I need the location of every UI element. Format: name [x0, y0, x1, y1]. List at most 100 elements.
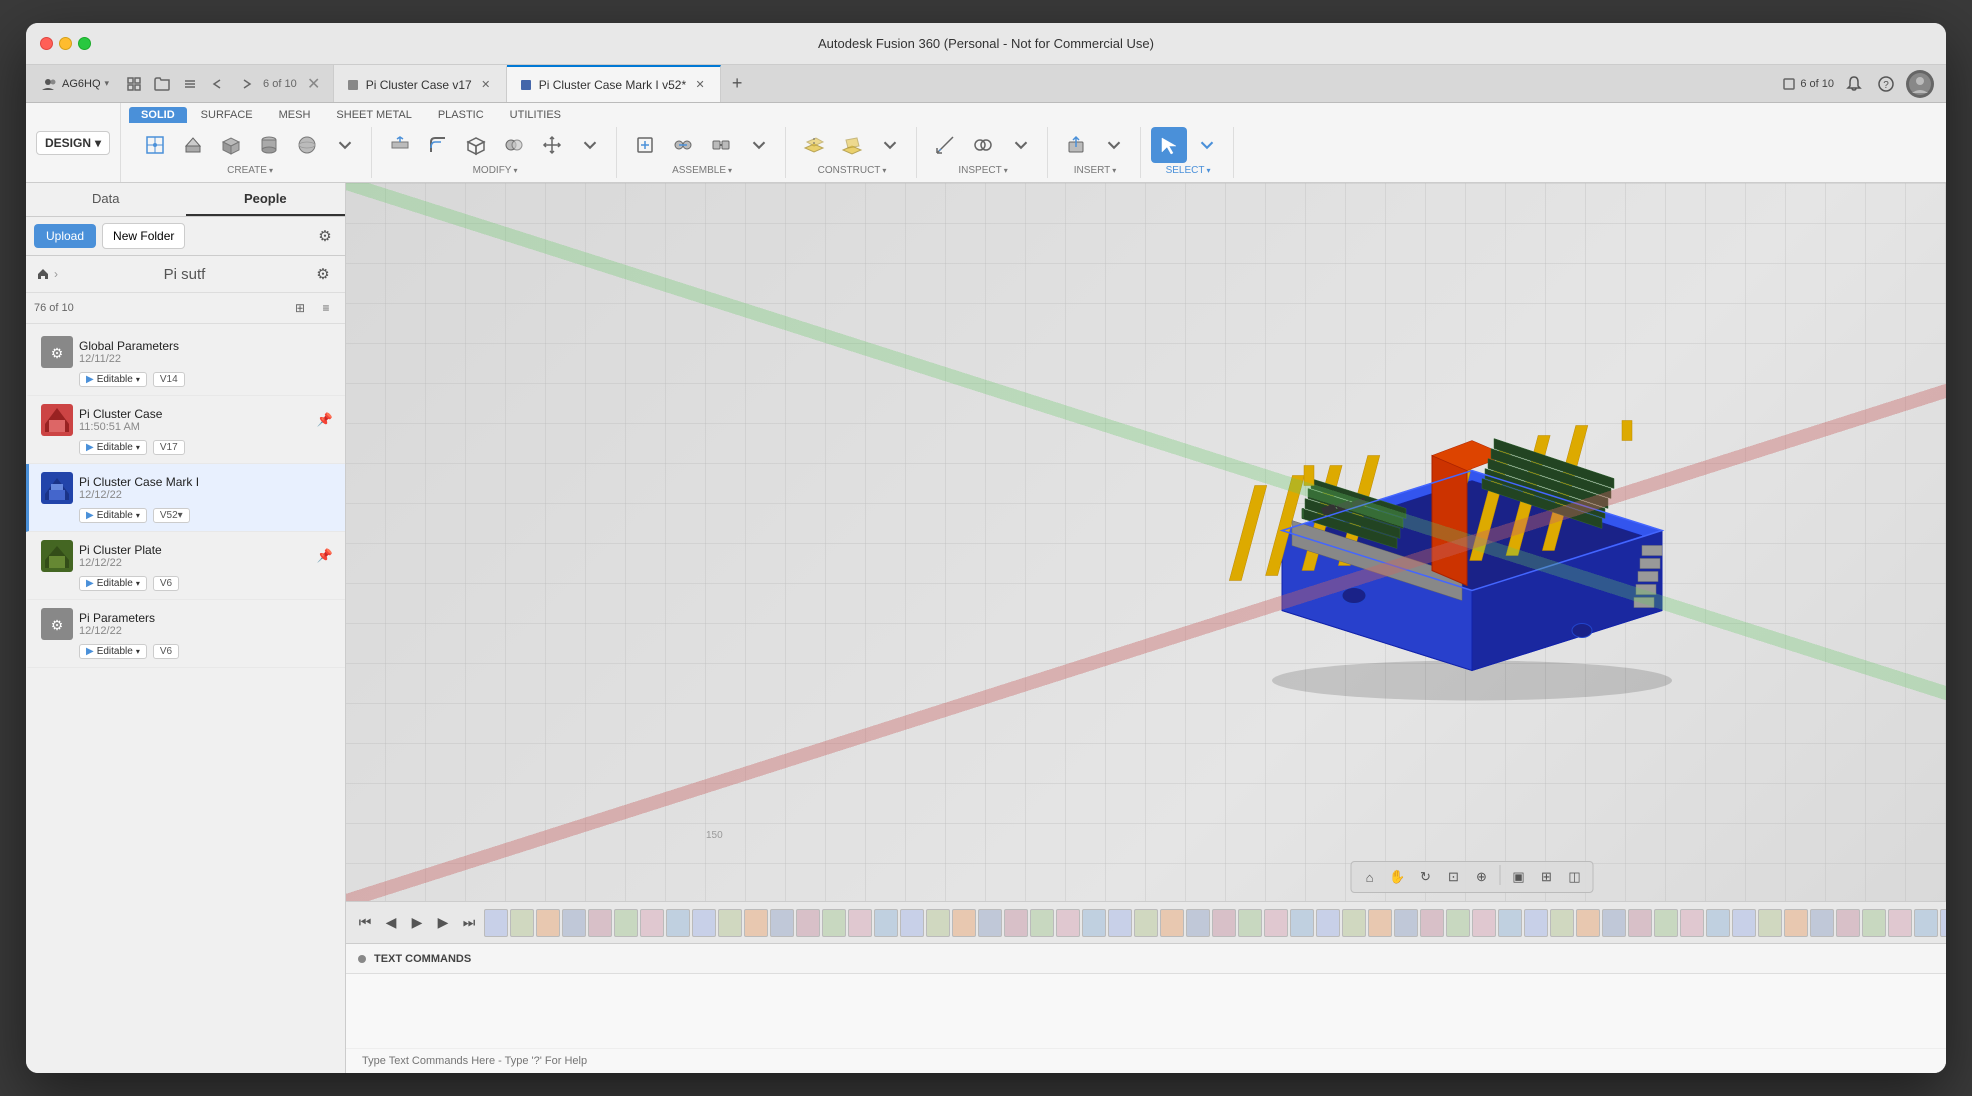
timeline-icon[interactable] — [536, 909, 560, 937]
interference-button[interactable] — [965, 127, 1001, 163]
tab-surface[interactable]: SURFACE — [189, 107, 265, 123]
timeline-icon[interactable] — [1446, 909, 1470, 937]
tab-close-1[interactable]: ✕ — [478, 77, 494, 93]
timeline-icon[interactable] — [1472, 909, 1496, 937]
timeline-icon[interactable] — [900, 909, 924, 937]
folder-button[interactable] — [151, 73, 173, 95]
viewport-orbit-button[interactable]: ↻ — [1414, 865, 1438, 889]
timeline-icon[interactable] — [1758, 909, 1782, 937]
timeline-icon[interactable] — [874, 909, 898, 937]
version-tag[interactable]: V6 — [153, 576, 179, 591]
timeline-icon[interactable] — [1056, 909, 1080, 937]
new-folder-button[interactable]: New Folder — [102, 223, 185, 249]
timeline-icon[interactable] — [1368, 909, 1392, 937]
timeline-icon[interactable] — [1082, 909, 1106, 937]
timeline-icon[interactable] — [1576, 909, 1600, 937]
timeline-icon[interactable] — [718, 909, 742, 937]
timeline-icon[interactable] — [1836, 909, 1860, 937]
joint-button[interactable] — [665, 127, 701, 163]
more-inspect-button[interactable] — [1003, 127, 1039, 163]
timeline-icon[interactable] — [1342, 909, 1366, 937]
skip-back-button[interactable]: ⏮ — [354, 912, 376, 934]
upload-button[interactable]: Upload — [34, 224, 96, 248]
viewport-canvas[interactable]: 150 150 — [346, 183, 1946, 901]
more-create-button[interactable] — [327, 127, 363, 163]
shell-button[interactable] — [458, 127, 494, 163]
timeline-icon[interactable] — [1940, 909, 1946, 937]
timeline-icon[interactable] — [640, 909, 664, 937]
timeline-icon[interactable] — [1290, 909, 1314, 937]
timeline-icon[interactable] — [822, 909, 846, 937]
list-item[interactable]: Pi Cluster Case 11:50:51 AM 📌 ▶ Editable… — [26, 396, 345, 464]
timeline-icon[interactable] — [1238, 909, 1262, 937]
insert-mesh-button[interactable] — [1058, 127, 1094, 163]
offset-plane-button[interactable] — [796, 127, 832, 163]
timeline-icon[interactable] — [1160, 909, 1184, 937]
text-commands-input[interactable] — [350, 1049, 1946, 1073]
timeline-icon[interactable] — [666, 909, 690, 937]
timeline-icon[interactable] — [1732, 909, 1756, 937]
list-item[interactable]: Pi Cluster Case Mark I 12/12/22 ▶ Editab… — [26, 464, 345, 532]
version-tag[interactable]: V6 — [153, 644, 179, 659]
tab-pi-cluster-case[interactable]: Pi Cluster Case v17 ✕ — [334, 65, 507, 102]
maximize-button[interactable] — [78, 37, 91, 50]
timeline-icon[interactable] — [770, 909, 794, 937]
tab-data[interactable]: Data — [26, 183, 186, 216]
timeline-icon[interactable] — [1030, 909, 1054, 937]
more-modify-button[interactable] — [572, 127, 608, 163]
list-view-button[interactable] — [179, 73, 201, 95]
version-tag[interactable]: V52▾ — [153, 508, 190, 523]
select-button[interactable] — [1151, 127, 1187, 163]
tab-sheet-metal[interactable]: SHEET METAL — [324, 107, 423, 123]
timeline-icon[interactable] — [484, 909, 508, 937]
list-item[interactable]: ⚙ Pi Parameters 12/12/22 ▶ Editable ▾ — [26, 600, 345, 668]
forward-button[interactable] — [235, 73, 257, 95]
cylinder-button[interactable] — [251, 127, 287, 163]
viewport-zoom-button[interactable]: ⊕ — [1470, 865, 1494, 889]
notifications-button[interactable] — [1842, 72, 1866, 96]
version-tag[interactable]: V17 — [153, 440, 185, 455]
user-avatar[interactable] — [1906, 70, 1934, 98]
list-view-panel-button[interactable]: ≡ — [315, 297, 337, 319]
sphere-button[interactable] — [289, 127, 325, 163]
timeline-icon[interactable] — [1316, 909, 1340, 937]
timeline-icon[interactable] — [1212, 909, 1236, 937]
play-button[interactable]: ▶ — [406, 912, 428, 934]
version-tag[interactable]: V14 — [153, 372, 185, 387]
timeline-icon[interactable] — [1654, 909, 1678, 937]
measure-button[interactable] — [927, 127, 963, 163]
timeline-icon[interactable] — [744, 909, 768, 937]
timeline-icon[interactable] — [952, 909, 976, 937]
tab-solid[interactable]: SOLID — [129, 107, 187, 123]
timeline-icon[interactable] — [1628, 909, 1652, 937]
new-component-button[interactable] — [627, 127, 663, 163]
timeline-icon[interactable] — [562, 909, 586, 937]
more-construct-button[interactable] — [872, 127, 908, 163]
timeline-icon[interactable] — [1004, 909, 1028, 937]
viewport[interactable]: 150 150 — [346, 183, 1946, 1073]
timeline-icon[interactable] — [614, 909, 638, 937]
timeline-icon[interactable] — [1134, 909, 1158, 937]
user-badge[interactable]: AG6HQ ▾ — [34, 76, 117, 92]
timeline-icon[interactable] — [1888, 909, 1912, 937]
skip-forward-button[interactable]: ⏭ — [458, 912, 480, 934]
timeline-icon[interactable] — [1108, 909, 1132, 937]
timeline-icon[interactable] — [510, 909, 534, 937]
list-item[interactable]: Pi Cluster Plate 12/12/22 📌 ▶ Editable ▾… — [26, 532, 345, 600]
pi-sutf-breadcrumb[interactable]: Pi sutf — [164, 266, 206, 283]
fillet-button[interactable] — [420, 127, 456, 163]
timeline-icon[interactable] — [1862, 909, 1886, 937]
viewport-home-button[interactable]: ⌂ — [1358, 865, 1382, 889]
breadcrumb-home[interactable] — [36, 267, 50, 281]
more-select-button[interactable] — [1189, 127, 1225, 163]
timeline-icon[interactable] — [1186, 909, 1210, 937]
editable-tag[interactable]: ▶ Editable ▾ — [79, 644, 147, 659]
timeline-icon[interactable] — [848, 909, 872, 937]
timeline-icon[interactable] — [796, 909, 820, 937]
thumbnail-view-button[interactable]: ⊞ — [289, 297, 311, 319]
close-button[interactable] — [40, 37, 53, 50]
panel-filter-button[interactable]: ⚙ — [311, 262, 335, 286]
move-button[interactable] — [534, 127, 570, 163]
timeline-icon[interactable] — [1680, 909, 1704, 937]
viewport-grid-button[interactable]: ⊞ — [1535, 865, 1559, 889]
